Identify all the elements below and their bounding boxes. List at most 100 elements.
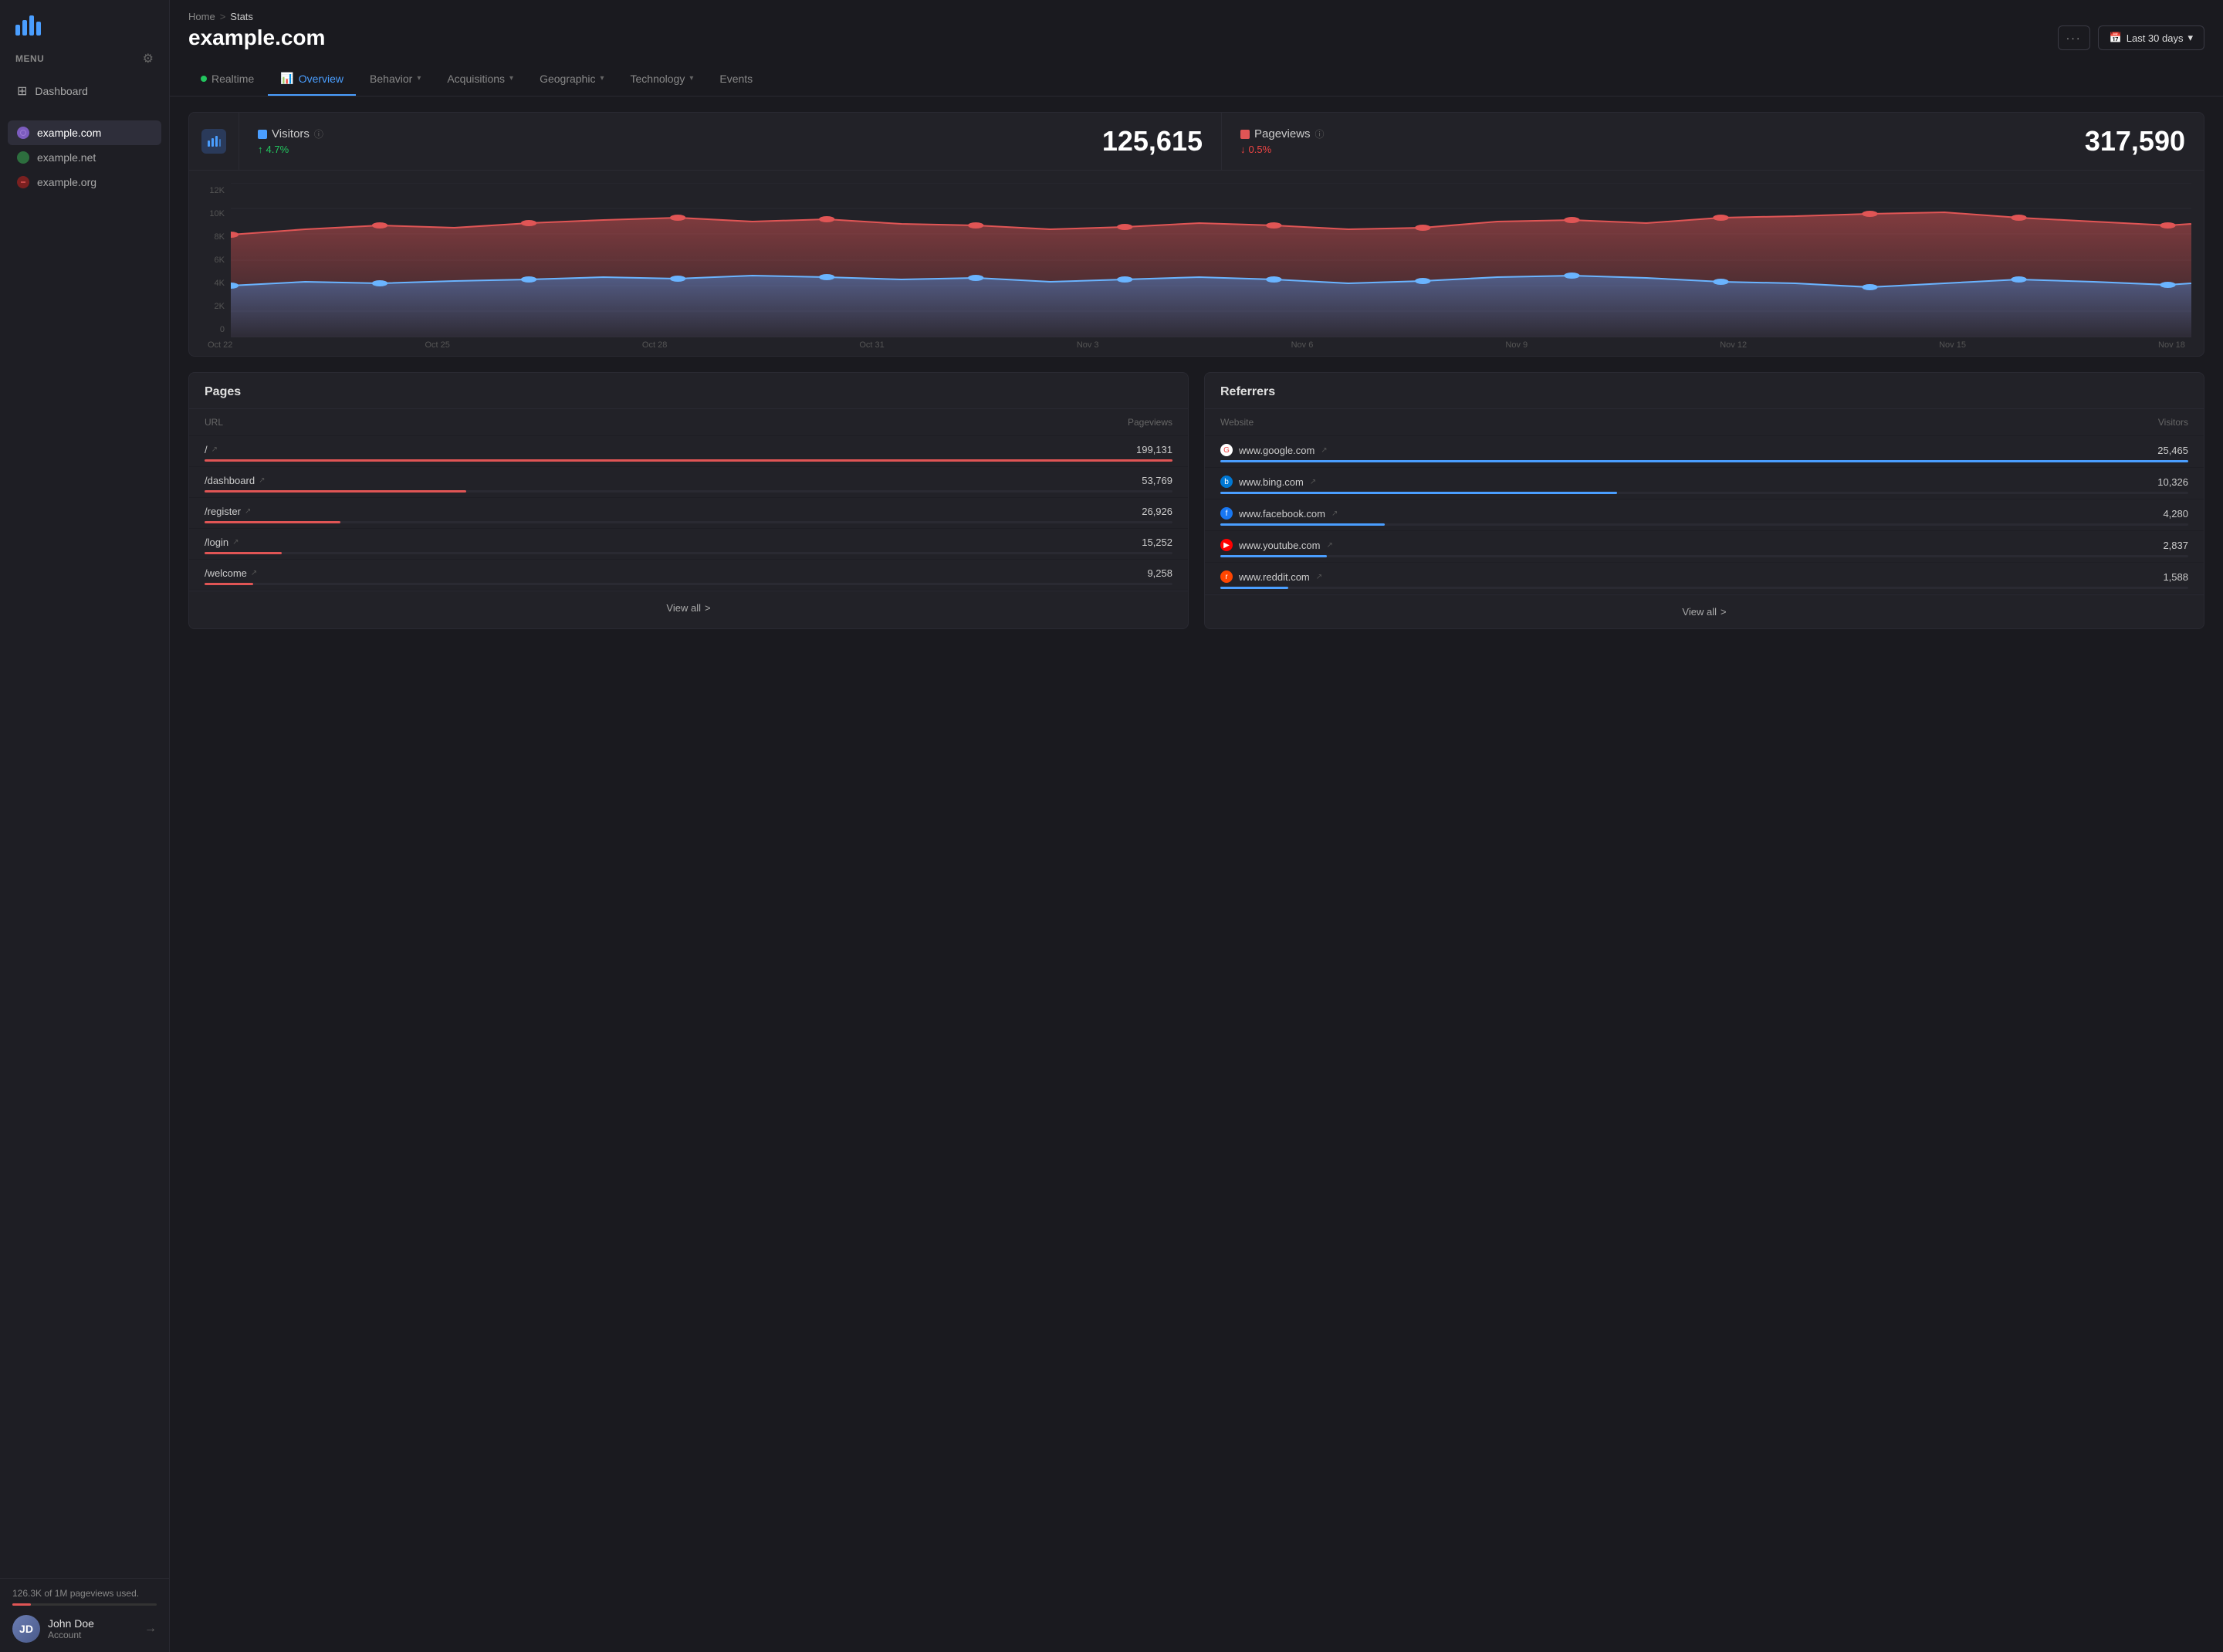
x-label-oct31: Oct 31 [859,340,884,350]
referrer-row-youtube: ▶ www.youtube.com ↗ 2,837 [1205,531,2204,563]
logo-bar-2 [22,20,27,36]
tab-acquisitions-label: Acquisitions [447,73,505,85]
sidebar-item-dashboard[interactable]: ⊞ Dashboard [8,77,161,105]
tab-events[interactable]: Events [707,63,765,96]
ext-link-facebook[interactable]: ↗ [1331,509,1338,518]
ext-link-icon-login[interactable]: ↗ [232,538,239,547]
top-actions: ··· 📅 Last 30 days ▾ [2058,25,2204,50]
referrer-bar-track-bing [1220,492,2188,494]
favicon-bing: b [1220,476,1233,488]
visitors-color [258,130,267,139]
page-url-register: /register [205,506,241,517]
realtime-dot-icon [201,76,207,82]
pageviews-change: ↓ 0.5% [1240,144,1325,155]
logout-icon[interactable]: → [144,1622,157,1636]
page-bar-track-register [205,521,1172,523]
page-value-welcome: 9,258 [1147,567,1172,579]
overview-icon: 📊 [280,72,293,85]
ext-link-icon-root[interactable]: ↗ [211,445,218,454]
referrer-row-bing: b www.bing.com ↗ 10,326 [1205,468,2204,499]
date-range-button[interactable]: 📅 Last 30 days ▾ [2098,25,2204,50]
pages-view-all-label: View all [666,602,701,614]
settings-icon[interactable]: ⚙ [143,51,154,66]
pages-view-all-button[interactable]: View all > [666,602,710,614]
referrers-view-all-label: View all [1682,606,1717,618]
page-bar-register [205,521,340,523]
y-label-10k: 10K [201,209,225,218]
ext-link-bing[interactable]: ↗ [1310,478,1316,486]
usage-bar-fill [12,1603,31,1606]
page-bar-dashboard [205,490,466,493]
ext-link-reddit[interactable]: ↗ [1316,573,1322,581]
visitors-metric: Visitors ⓘ ↑ 4.7% 125,615 [239,113,1222,170]
tab-overview[interactable]: 📊 Overview [268,63,356,96]
referrers-view-all-button[interactable]: View all > [1682,606,1726,618]
chart-icon [201,129,226,154]
x-label-nov15: Nov 15 [1939,340,1966,350]
ext-link-icon-dashboard[interactable]: ↗ [259,476,265,485]
referrer-value-google: 25,465 [2157,445,2188,456]
ext-link-youtube[interactable]: ↗ [1327,541,1333,550]
sidebar-item-example-org[interactable]: example.org [8,170,161,195]
sidebar-item-example-com[interactable]: example.com [8,120,161,145]
referrer-site-bing: www.bing.com [1239,476,1304,488]
referrer-row-google: G www.google.com ↗ 25,465 [1205,436,2204,468]
content-area: Visitors ⓘ ↑ 4.7% 125,615 [170,96,2223,1652]
top-bar: Home > Stats [170,0,2223,22]
ext-link-icon-welcome[interactable]: ↗ [251,569,257,577]
tab-realtime-label: Realtime [211,73,254,85]
y-label-8k: 8K [201,232,225,242]
sidebar-item-example-net[interactable]: example.net [8,145,161,170]
x-label-nov9: Nov 9 [1505,340,1528,350]
pageviews-change-icon: ↓ [1240,144,1246,155]
visitors-info-icon[interactable]: ⓘ [314,127,323,140]
visitors-change: ↑ 4.7% [258,144,323,155]
ext-link-icon-register[interactable]: ↗ [245,507,251,516]
more-options-button[interactable]: ··· [2058,25,2090,50]
chart-svg [231,183,2191,337]
referrer-bar-track-facebook [1220,523,2188,526]
referrer-bar-reddit [1220,587,1288,589]
tab-technology[interactable]: Technology ▾ [618,63,706,96]
behavior-chevron-icon: ▾ [417,74,421,83]
calendar-icon: 📅 [2110,32,2122,44]
referrers-title: Referrers [1205,373,2204,409]
page-value-login: 15,252 [1142,537,1172,548]
y-label-12k: 12K [201,186,225,195]
logo-bar-1 [15,25,20,36]
ext-link-google[interactable]: ↗ [1321,446,1327,455]
menu-label: MENU [15,53,44,64]
acquisitions-chevron-icon: ▾ [509,74,513,83]
dashboard-label: Dashboard [35,85,88,97]
chart-icon-box [189,113,239,170]
referrers-view-all-arrow: > [1721,606,1727,618]
page-title-row: example.com ··· 📅 Last 30 days ▾ [170,22,2223,63]
page-row-dashboard: /dashboard ↗ 53,769 [189,467,1188,498]
y-label-6k: 6K [201,256,225,265]
referrer-site-reddit: www.reddit.com [1239,571,1310,583]
logo-bar-3 [29,15,34,36]
page-value-root: 199,131 [1136,444,1172,455]
x-label-oct22: Oct 22 [208,340,232,350]
tab-geographic[interactable]: Geographic ▾ [527,63,616,96]
tab-acquisitions[interactable]: Acquisitions ▾ [435,63,526,96]
referrer-bar-track-reddit [1220,587,2188,589]
date-chevron-icon: ▾ [2187,32,2193,44]
avatar: JD [12,1615,40,1643]
pages-card: Pages URL Pageviews / ↗ 199,131 [188,372,1189,629]
page-bar-track-dashboard [205,490,1172,493]
x-label-nov3: Nov 3 [1077,340,1099,350]
referrer-value-youtube: 2,837 [2163,540,2188,551]
sidebar: MENU ⚙ ⊞ Dashboard example.com example.n… [0,0,170,1652]
tab-realtime[interactable]: Realtime [188,63,266,96]
referrer-bar-bing [1220,492,1617,494]
metrics-card: Visitors ⓘ ↑ 4.7% 125,615 [188,112,2204,357]
referrer-bar-google [1220,460,2188,462]
page-value-dashboard: 53,769 [1142,475,1172,486]
breadcrumb-home[interactable]: Home [188,11,215,22]
referrers-table-header: Website Visitors [1205,409,2204,436]
pageviews-info-icon[interactable]: ⓘ [1315,127,1325,140]
referrer-row-reddit: r www.reddit.com ↗ 1,588 [1205,563,2204,594]
page-value-register: 26,926 [1142,506,1172,517]
tab-behavior[interactable]: Behavior ▾ [357,63,433,96]
